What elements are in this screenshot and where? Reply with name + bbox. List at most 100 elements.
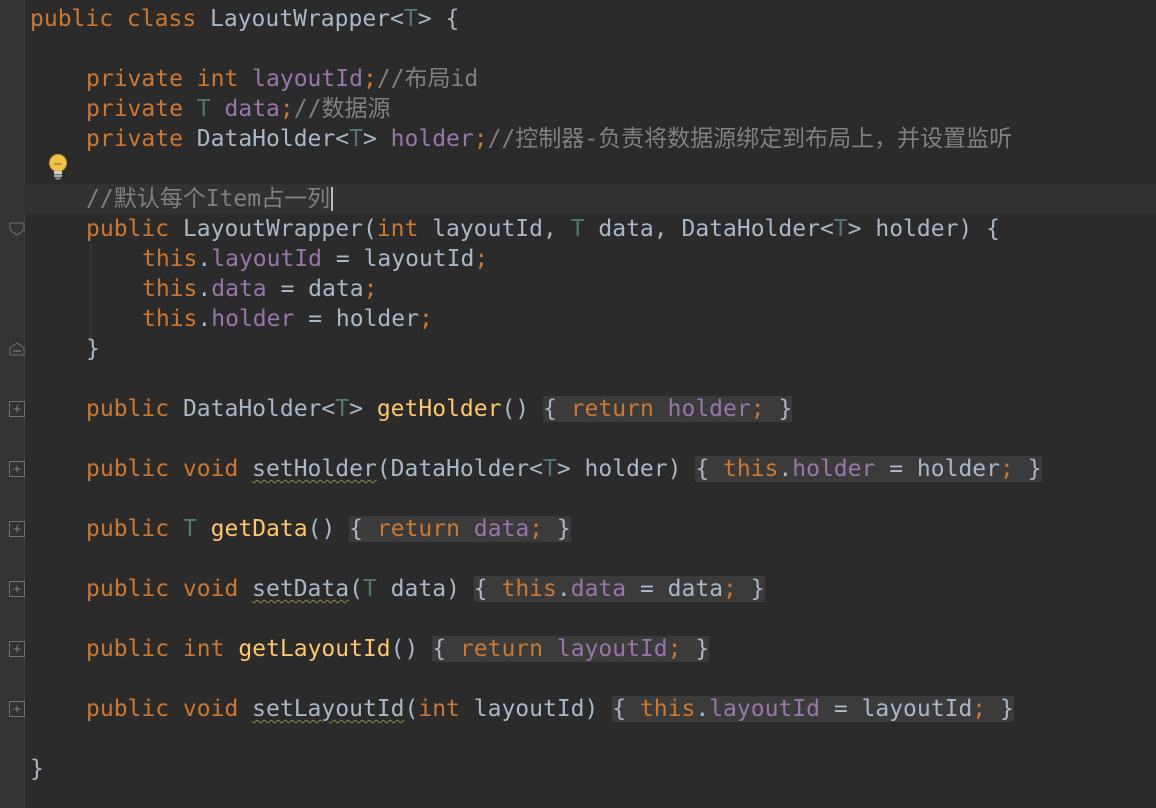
code-line-setHolder[interactable]: public void setHolder(DataHolder<T> hold… [86,454,1042,484]
folded-body[interactable]: { return layoutId; } [432,636,710,662]
fold-end-icon[interactable] [9,342,25,356]
type-name: DataHolder< [182,396,336,422]
punctuation: > [362,126,391,152]
fold-close-brace: } [764,396,793,422]
plus-box-icon[interactable] [9,701,25,717]
code-line-class-declaration[interactable]: public class LayoutWrapper<T> { [30,4,459,34]
comment: //布局id [376,66,479,92]
semicolon: ; [667,636,682,662]
keyword: private int [86,66,253,92]
keyword-this: this [639,696,696,722]
fold-close-brace: } [681,636,710,662]
field-name: holder [211,306,295,332]
keyword-this: this [142,246,198,272]
keyword: int [418,696,474,722]
code-line-getLayoutId[interactable]: public int getLayoutId() { return layout… [86,634,710,664]
punctuation: . [695,696,710,722]
semicolon: ; [999,456,1014,482]
expression: = holder [294,306,419,332]
parameters: data) [376,576,474,602]
plus-box-icon[interactable] [9,521,25,537]
method-name: getHolder [376,396,502,422]
type-parameter: T [335,396,350,422]
code-line-field-data[interactable]: private T data;//数据源 [86,94,390,124]
keyword: private [86,96,197,122]
field-name: data [473,516,530,542]
fold-open-brace: { [349,516,377,542]
keyword: public void [86,456,253,482]
fold-open-brace: { [612,696,640,722]
punctuation: > { [417,6,460,32]
comment: //默认每个Item占一列 [86,186,331,212]
code-line-field-holder[interactable]: private DataHolder<T> holder;//控制器-负责将数据… [86,124,1012,154]
parameter: > holder) { [847,216,1000,242]
semicolon: ; [279,96,294,122]
field-name: data [211,276,267,302]
fold-close-brace: } [1013,456,1042,482]
brace: } [30,756,44,782]
code-line-field-layoutId[interactable]: private int layoutId;//布局id [86,64,478,94]
folded-body[interactable]: { return holder; } [543,396,793,422]
code-line-setData[interactable]: public void setData(T data) { this.data … [86,574,765,604]
type-parameter: T [542,456,557,482]
keyword-return: return [570,396,668,422]
type-parameter: T [349,126,363,152]
code-line-comment[interactable]: //默认每个Item占一列 [86,184,334,214]
plus-box-icon[interactable] [9,401,25,417]
folded-body[interactable]: { this.data = data; } [473,576,765,602]
fold-start-icon[interactable] [9,222,25,236]
code-line-constructor[interactable]: public LayoutWrapper(int layoutId, T dat… [86,214,1000,244]
plus-box-icon[interactable] [9,461,25,477]
type-parameter: T [570,216,585,242]
keyword-this: this [142,276,198,302]
code-editor[interactable]: public class LayoutWrapper<T> { private … [0,0,1156,808]
fold-open-brace: { [695,456,724,482]
plus-box-icon[interactable] [9,641,25,657]
code-line-assign-holder[interactable]: this.holder = holder; [142,304,433,334]
code-line-close-brace[interactable]: } [86,334,100,364]
punctuation: . [778,456,793,482]
code-line-assign-data[interactable]: this.data = data; [142,274,377,304]
fold-close-brace: } [986,696,1014,722]
code-line-assign-layoutId[interactable]: this.layoutId = layoutId; [142,244,488,274]
folded-body[interactable]: { return data; } [349,516,571,542]
code-line-setLayoutId[interactable]: public void setLayoutId(int layoutId) { … [86,694,1014,724]
punctuation: > [349,396,377,422]
parens: () [390,636,433,662]
keyword: public int [86,636,239,662]
code-area[interactable]: public class LayoutWrapper<T> { private … [30,0,1150,808]
semicolon: ; [474,246,489,272]
folded-body[interactable]: { this.layoutId = layoutId; } [612,696,1014,722]
expression: = data [626,576,724,602]
fold-open-brace: { [473,576,502,602]
method-name: getLayoutId [238,636,391,662]
field-name: holder [792,456,876,482]
plus-box-icon[interactable] [9,581,25,597]
comment: //控制器-负责将数据源绑定到布局上，并设置监听 [487,126,1013,152]
comment: //数据源 [293,96,391,122]
field-name: layoutId [709,696,820,722]
field-name: layoutId [252,66,363,92]
field-name: layoutId [211,246,323,272]
field-name: holder [390,126,474,152]
type-parameter: T [362,576,377,602]
semicolon: ; [972,696,987,722]
code-line-class-close-brace[interactable]: } [30,754,44,784]
parameters: ( [349,576,363,602]
method-name: getData [210,516,308,542]
keyword: int [376,216,433,242]
parameters: layoutId) [473,696,613,722]
expression: = holder [875,456,1000,482]
semicolon: ; [529,516,544,542]
expression: = layoutId [819,696,973,722]
text-caret [331,187,334,211]
keyword: public [86,516,183,542]
folded-body[interactable]: { this.holder = holder; } [695,456,1042,482]
keyword: public void [86,576,253,602]
code-line-getHolder[interactable]: public DataHolder<T> getHolder() { retur… [86,394,793,424]
code-line-getData[interactable]: public T getData() { return data; } [86,514,571,544]
type-parameter: T [833,216,848,242]
parens: () [501,396,543,422]
type-parameter: T [403,6,418,32]
